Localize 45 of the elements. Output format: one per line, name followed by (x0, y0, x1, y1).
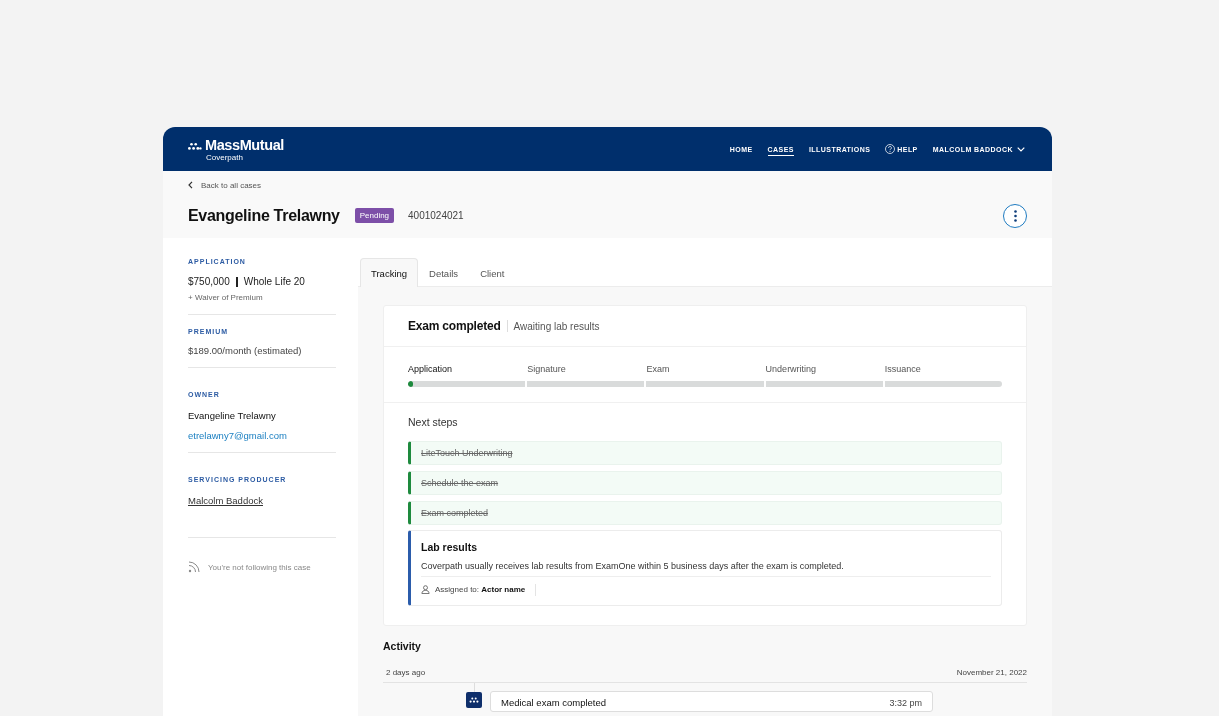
stage-label: Underwriting (765, 364, 817, 375)
tab[interactable]: Tracking (360, 258, 419, 287)
activity-heading: Activity (383, 639, 421, 653)
tab[interactable]: Client (469, 258, 516, 287)
stage-label: Issuance (884, 364, 921, 375)
owner-name: Evangeline Trelawny (188, 410, 276, 422)
follow-button[interactable]: You're not following this case (188, 561, 311, 573)
event-title: Medical exam completed (501, 697, 607, 709)
premium-value: $189.00/month (estimated) (188, 345, 302, 357)
stage-label: Signature (527, 364, 566, 375)
plan-name: Whole Life 20 (243, 276, 305, 288)
product-name: Coverpath (206, 152, 243, 162)
case-number: 4001024021 (408, 210, 464, 221)
help-icon (885, 144, 896, 154)
producer-link[interactable]: Malcolm Baddock (188, 495, 263, 506)
more-icon (1013, 209, 1017, 222)
stage-label: Exam (646, 364, 670, 375)
chevron-down-icon (1017, 146, 1025, 152)
completed-step: LiteTouch Underwriting (408, 441, 1002, 465)
event-time: 3:32 pm (889, 697, 922, 709)
brand-name: MassMutual (205, 136, 284, 153)
rss-icon (188, 561, 200, 573)
chevron-left-icon (188, 181, 193, 189)
completed-step: Schedule the exam (408, 471, 1002, 495)
stage-label: Application (408, 364, 453, 375)
rider-text: + Waiver of Premium (188, 293, 263, 303)
status-subtitle: Awaiting lab results (513, 320, 600, 332)
assignment-text: Assigned to: Actor name (435, 585, 526, 594)
task-description: Coverpath usually receives lab results from ExamOne within 5 business days after the exam is completed. (421, 561, 844, 571)
logo-dots-icon (188, 140, 202, 150)
client-name: Evangeline Trelawny (188, 206, 340, 225)
event-date: November 21, 2022 (956, 667, 1027, 679)
section-heading: Next steps (408, 416, 458, 429)
status-title: Exam completed (408, 319, 501, 333)
email-link[interactable]: etrelawny7@gmail.com (188, 430, 287, 441)
status-badge: Pending (354, 208, 395, 223)
task-title: Lab results (421, 541, 478, 554)
completed-step: Exam completed (408, 501, 1002, 525)
back-link[interactable]: Back to all cases (188, 178, 262, 192)
tab[interactable]: Details (418, 258, 470, 287)
person-icon (421, 585, 430, 594)
coverage-amount: $750,000 (188, 276, 230, 288)
more-options-button[interactable] (1003, 203, 1027, 228)
relative-date: 2 days ago (386, 667, 426, 679)
logo-dots-icon (466, 692, 482, 708)
